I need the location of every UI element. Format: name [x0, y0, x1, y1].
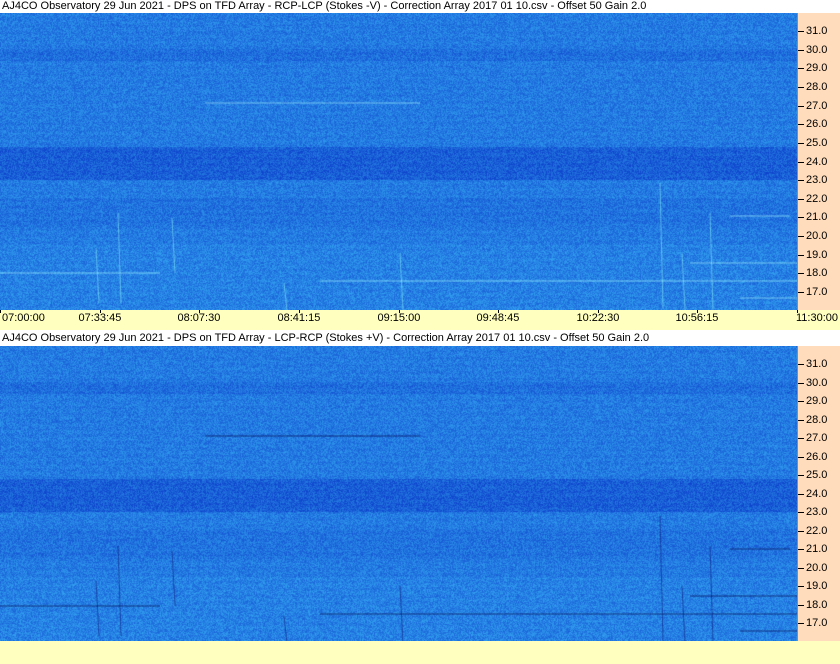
y-tick [798, 438, 804, 439]
y-tick [798, 236, 804, 237]
y-tick [798, 68, 804, 69]
y-tick-label: 17.0 [806, 617, 828, 629]
y-tick [798, 475, 804, 476]
y-tick-label: 22.0 [806, 525, 828, 537]
y-tick-label: 24.0 [806, 488, 828, 500]
y-tick [798, 401, 804, 402]
y-tick [798, 586, 804, 587]
x-tick [0, 310, 1, 313]
y-tick-label: 31.0 [806, 358, 828, 370]
y-tick-label: 31.0 [806, 25, 828, 37]
y-tick-label: 27.0 [806, 100, 828, 112]
y-tick [798, 31, 804, 32]
y-tick-label: 25.0 [806, 469, 828, 481]
x-tick-label: 08:07:30 [177, 312, 221, 324]
y-tick-label: 28.0 [806, 414, 828, 426]
y-tick-label: 30.0 [806, 377, 828, 389]
y-tick [798, 292, 804, 293]
y-tick-label: 17.0 [806, 286, 828, 298]
panel-1-spectrogram [0, 13, 797, 310]
y-tick-label: 20.0 [806, 562, 828, 574]
y-tick [798, 199, 804, 200]
y-tick-label: 22.0 [806, 193, 828, 205]
y-tick-label: 19.0 [806, 580, 828, 592]
x-tick-label: 09:48:45 [476, 312, 520, 324]
y-tick-label: 29.0 [806, 62, 828, 74]
y-tick-label: 20.0 [806, 230, 828, 242]
y-tick [798, 494, 804, 495]
y-tick-label: 28.0 [806, 81, 828, 93]
x-tick-label: 09:15:00 [377, 312, 421, 324]
y-tick-label: 26.0 [806, 451, 828, 463]
y-tick-label: 23.0 [806, 174, 828, 186]
y-tick-label: 26.0 [806, 118, 828, 130]
panel-2-title: AJ4CO Observatory 29 Jun 2021 - DPS on T… [0, 332, 650, 345]
y-tick [798, 364, 804, 365]
y-tick [798, 124, 804, 125]
y-tick-label: 21.0 [806, 543, 828, 555]
y-tick [798, 531, 804, 532]
y-tick-label: 21.0 [806, 211, 828, 223]
x-tick-label: 07:33:45 [78, 312, 122, 324]
x-tick-label: 07:00:00 [2, 312, 45, 324]
y-tick [798, 568, 804, 569]
y-tick-label: 24.0 [806, 156, 828, 168]
y-tick [798, 143, 804, 144]
x-tick-label: 11:30:00 [796, 312, 839, 324]
y-tick-label: 18.0 [806, 599, 828, 611]
y-tick-label: 30.0 [806, 44, 828, 56]
panel-1-title: AJ4CO Observatory 29 Jun 2021 - DPS on T… [0, 0, 647, 13]
y-tick [798, 273, 804, 274]
y-tick [798, 87, 804, 88]
y-tick-label: 23.0 [806, 506, 828, 518]
panel-2-spectrogram [0, 346, 797, 641]
y-tick-label: 19.0 [806, 249, 828, 261]
y-tick-label: 18.0 [806, 267, 828, 279]
y-tick [798, 512, 804, 513]
y-tick [798, 549, 804, 550]
y-tick [798, 106, 804, 107]
x-tick-label: 10:56:15 [675, 312, 719, 324]
y-tick [798, 420, 804, 421]
y-tick-label: 29.0 [806, 395, 828, 407]
panel-2-time-axis [0, 641, 840, 664]
y-tick [798, 383, 804, 384]
y-tick [798, 162, 804, 163]
panel-2-frequency-axis: 31.0 30.0 29.0 28.0 27.0 26.0 25.0 24.0 23.0 22.0… [797, 346, 840, 641]
panel-1-frequency-axis: 31.0 30.0 29.0 28.0 27.0 26.0 25.0 24.0 23.0 22.0… [797, 13, 840, 310]
panel-1-time-axis: 07:00:00 07:33:45 08:07:30 08:41:15 09:15:00… [0, 310, 840, 330]
y-tick [798, 255, 804, 256]
y-tick [798, 180, 804, 181]
y-tick [798, 605, 804, 606]
y-tick-label: 25.0 [806, 137, 828, 149]
y-tick [798, 217, 804, 218]
y-tick [798, 457, 804, 458]
x-tick-label: 10:22:30 [576, 312, 620, 324]
y-tick [798, 623, 804, 624]
y-tick-label: 27.0 [806, 432, 828, 444]
x-tick-label: 08:41:15 [277, 312, 321, 324]
y-tick [798, 50, 804, 51]
